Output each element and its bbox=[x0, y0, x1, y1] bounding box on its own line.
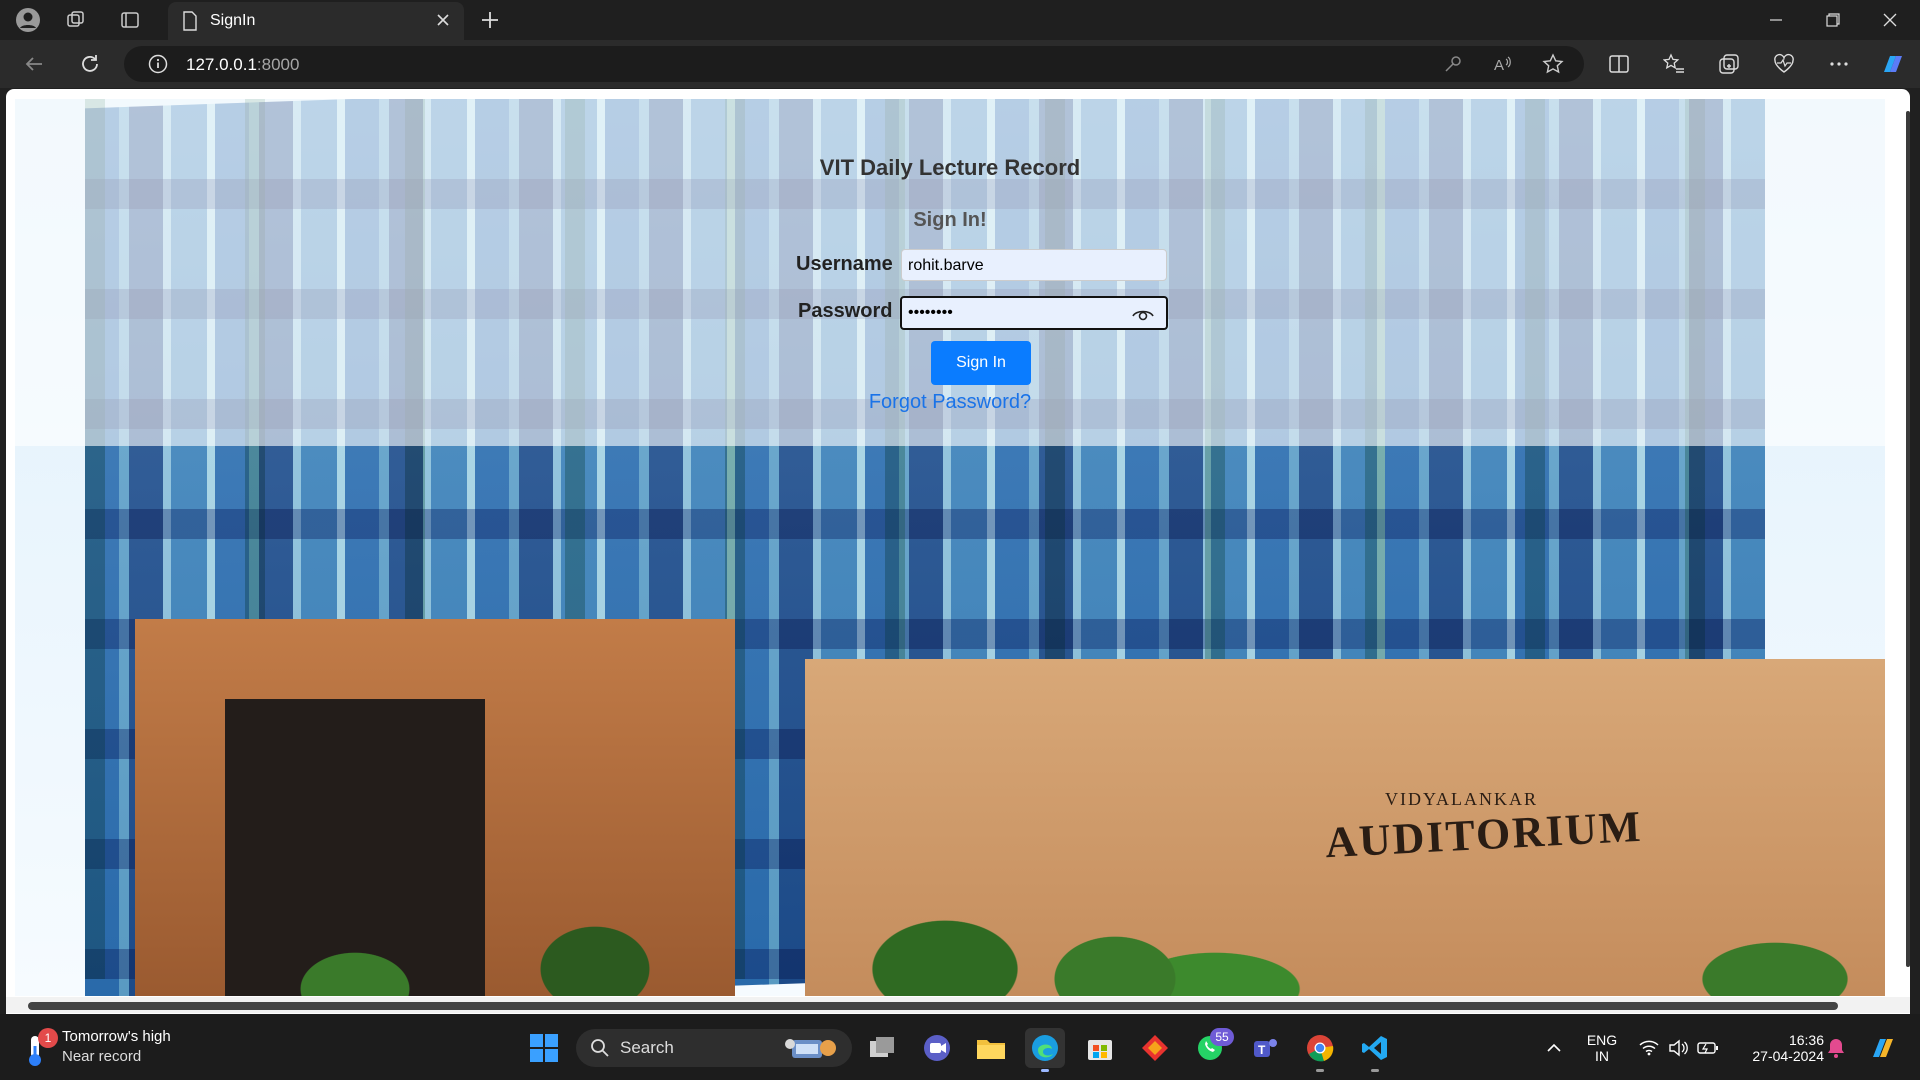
page-title: VIT Daily Lecture Record bbox=[819, 155, 1081, 180]
collections-icon[interactable] bbox=[1713, 49, 1745, 79]
password-field[interactable]: •••••••• bbox=[900, 296, 1168, 330]
browser-tab-strip: SignIn bbox=[0, 0, 1920, 40]
chrome-running-indicator bbox=[1316, 1069, 1324, 1072]
battery-icon[interactable] bbox=[1688, 1028, 1728, 1068]
read-aloud-icon[interactable]: A bbox=[1492, 53, 1514, 80]
red-diamond-app-icon[interactable] bbox=[1135, 1028, 1175, 1068]
favorites-icon[interactable] bbox=[1658, 49, 1690, 79]
url-text: 127.0.0.1:8000 bbox=[186, 55, 299, 75]
site-info-icon[interactable] bbox=[148, 54, 168, 79]
tab-actions-icon[interactable] bbox=[116, 6, 144, 34]
copilot-taskbar-icon[interactable] bbox=[1862, 1028, 1902, 1068]
workspaces-icon[interactable] bbox=[62, 6, 90, 34]
horizontal-scroll-thumb[interactable] bbox=[28, 1002, 1838, 1010]
meet-icon[interactable] bbox=[917, 1028, 957, 1068]
language-bottom: IN bbox=[1595, 1048, 1609, 1064]
page-subtitle: Sign In! bbox=[913, 209, 987, 231]
show-hidden-icons[interactable] bbox=[1534, 1028, 1574, 1068]
sign-in-button[interactable]: Sign In bbox=[931, 341, 1031, 385]
background-photo: VIDYALANKAR AUDITORIUM VIT Daily Lecture… bbox=[15, 99, 1885, 996]
task-view-icon[interactable] bbox=[862, 1028, 902, 1068]
weather-badge: 1 bbox=[38, 1028, 58, 1048]
address-bar[interactable]: 127.0.0.1:8000 A bbox=[124, 46, 1584, 82]
split-screen-icon[interactable] bbox=[1603, 49, 1635, 79]
password-mask: •••••••• bbox=[908, 304, 953, 321]
search-icon bbox=[591, 1039, 609, 1057]
svg-text:A: A bbox=[1494, 57, 1504, 74]
refresh-icon[interactable] bbox=[74, 49, 106, 79]
clock[interactable]: 16:36 27-04-2024 bbox=[1730, 1032, 1824, 1064]
vscode-icon[interactable] bbox=[1355, 1028, 1395, 1072]
forgot-password-link: Forgot Password? bbox=[15, 391, 1885, 414]
show-password-icon[interactable] bbox=[1131, 304, 1155, 329]
restore-icon[interactable] bbox=[1811, 6, 1855, 34]
new-tab-icon[interactable] bbox=[476, 6, 504, 34]
file-explorer-icon[interactable] bbox=[971, 1028, 1011, 1068]
profile-icon[interactable] bbox=[14, 6, 42, 34]
start-icon[interactable] bbox=[524, 1028, 564, 1068]
clock-time: 16:36 bbox=[1788, 1032, 1824, 1048]
url-port: :8000 bbox=[256, 55, 300, 74]
trees bbox=[15, 859, 1885, 996]
close-tab-icon[interactable] bbox=[434, 11, 452, 34]
favorite-star-icon[interactable] bbox=[1542, 53, 1564, 80]
whatsapp-badge: 55 bbox=[1210, 1028, 1234, 1046]
more-options-icon[interactable] bbox=[1823, 49, 1855, 79]
taskbar: 1 Tomorrow's high Near record Search 55 … bbox=[0, 1014, 1920, 1080]
language-top: ENG bbox=[1586, 1032, 1618, 1048]
horizontal-scrollbar[interactable] bbox=[6, 997, 1910, 1013]
forgot-password-text[interactable]: Forgot Password? bbox=[869, 391, 1031, 413]
svg-text:T: T bbox=[1258, 1043, 1266, 1057]
weather-line1: Tomorrow's high bbox=[62, 1028, 171, 1045]
vertical-scroll-thumb[interactable] bbox=[1906, 111, 1910, 967]
teams-icon[interactable]: T bbox=[1245, 1028, 1285, 1068]
notifications-icon[interactable] bbox=[1816, 1028, 1856, 1068]
store-icon[interactable] bbox=[1080, 1028, 1120, 1068]
taskbar-search[interactable]: Search bbox=[576, 1029, 852, 1067]
tab-signin[interactable]: SignIn bbox=[168, 2, 464, 40]
password-label: Password bbox=[798, 300, 893, 322]
username-label: Username bbox=[796, 253, 893, 275]
chrome-icon[interactable] bbox=[1300, 1028, 1340, 1072]
password-key-icon[interactable] bbox=[1442, 53, 1464, 80]
tab-title: SignIn bbox=[210, 12, 256, 29]
language-indicator[interactable]: ENG IN bbox=[1580, 1032, 1624, 1064]
back-icon[interactable] bbox=[18, 49, 50, 79]
url-host: 127.0.0.1 bbox=[186, 55, 257, 74]
edge-icon[interactable] bbox=[1025, 1028, 1065, 1072]
browser-essentials-icon[interactable] bbox=[1768, 49, 1800, 79]
browser-toolbar: 127.0.0.1:8000 A bbox=[0, 40, 1920, 88]
clock-date: 27-04-2024 bbox=[1752, 1048, 1824, 1064]
vscode-running-indicator bbox=[1371, 1069, 1379, 1072]
close-window-icon[interactable] bbox=[1868, 6, 1912, 34]
search-label: Search bbox=[620, 1038, 674, 1057]
weather-line2: Near record bbox=[62, 1048, 142, 1065]
username-field[interactable]: rohit.barve bbox=[901, 249, 1167, 281]
edge-active-indicator bbox=[1041, 1069, 1049, 1072]
page-viewport: VIDYALANKAR AUDITORIUM VIT Daily Lecture… bbox=[6, 89, 1910, 1014]
copilot-icon[interactable] bbox=[1876, 49, 1908, 79]
minimize-icon[interactable] bbox=[1754, 6, 1798, 34]
search-highlight-icon bbox=[785, 1039, 836, 1058]
page-icon bbox=[182, 11, 198, 36]
